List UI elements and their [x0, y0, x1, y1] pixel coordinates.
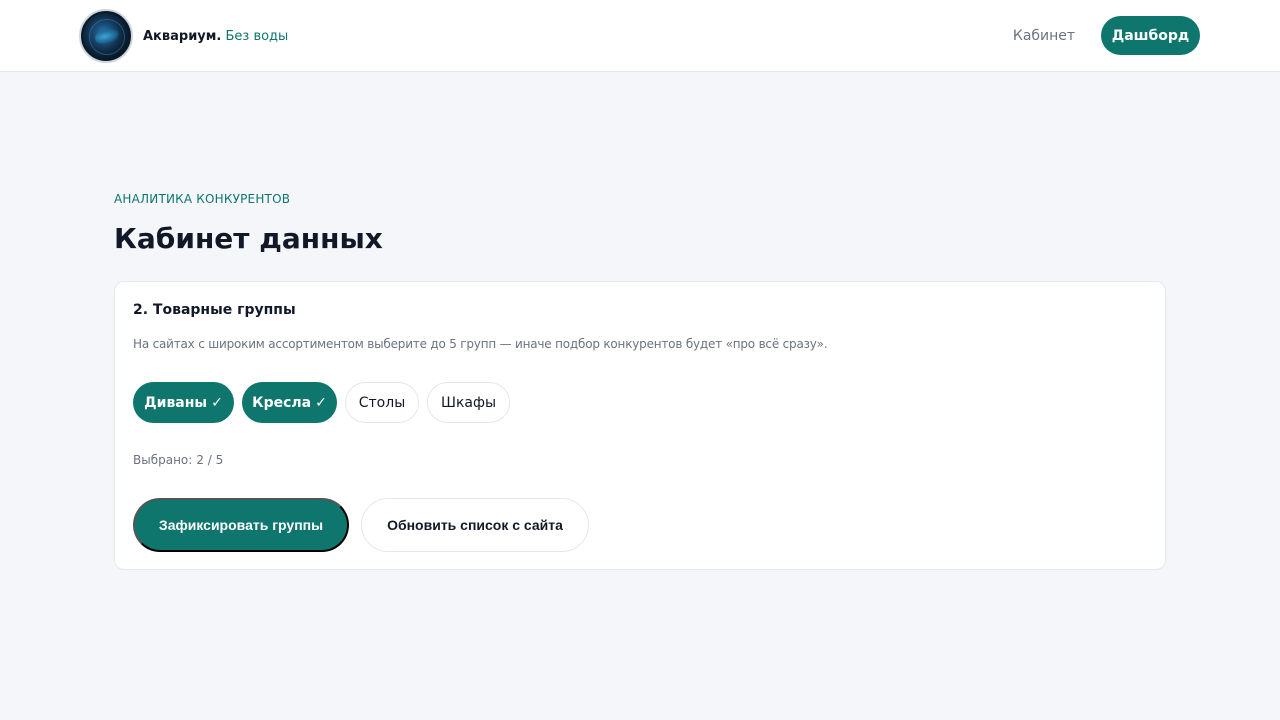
chip-wardrobes[interactable]: Шкафы	[427, 382, 510, 423]
counter-value: 2 / 5	[196, 453, 224, 467]
chip-label: Шкафы	[440, 394, 497, 411]
chip-label: Столы	[358, 394, 406, 411]
chip-label: Кресла	[252, 394, 312, 411]
check-icon: ✓	[315, 394, 327, 411]
nav-cabinet-link[interactable]: Кабинет	[1005, 20, 1083, 52]
check-icon: ✓	[211, 394, 223, 411]
brand-name: Аквариум.	[143, 28, 222, 44]
chip-label: Диваны	[144, 394, 208, 411]
fix-groups-button[interactable]: Зафиксировать группы	[133, 498, 349, 552]
brand[interactable]: Аквариум. Без воды	[79, 9, 288, 63]
brand-text: Аквариум. Без воды	[143, 29, 288, 44]
card-description: На сайтах с широким ассортиментом выбери…	[133, 337, 828, 351]
brand-tagline: Без воды	[225, 28, 289, 44]
page-title: Кабинет данных	[114, 222, 383, 255]
chip-sofas[interactable]: Диваны ✓	[133, 382, 234, 423]
product-groups-card: 2. Товарные группы На сайтах с широким а…	[114, 281, 1166, 570]
page-eyebrow: АНАЛИТИКА КОНКУРЕНТОВ	[114, 192, 291, 206]
counter-label: Выбрано:	[133, 453, 193, 467]
chip-tables[interactable]: Столы	[345, 382, 419, 423]
selection-counter: Выбрано: 2 / 5	[133, 453, 223, 467]
card-title: 2. Товарные группы	[133, 302, 296, 318]
dashboard-button[interactable]: Дашборд	[1101, 16, 1200, 55]
chip-armchairs[interactable]: Кресла ✓	[242, 382, 337, 423]
refresh-list-button[interactable]: Обновить список с сайта	[361, 498, 589, 552]
aquarium-logo-icon	[79, 9, 133, 63]
top-header: Аквариум. Без воды Кабинет Дашборд	[0, 0, 1280, 72]
